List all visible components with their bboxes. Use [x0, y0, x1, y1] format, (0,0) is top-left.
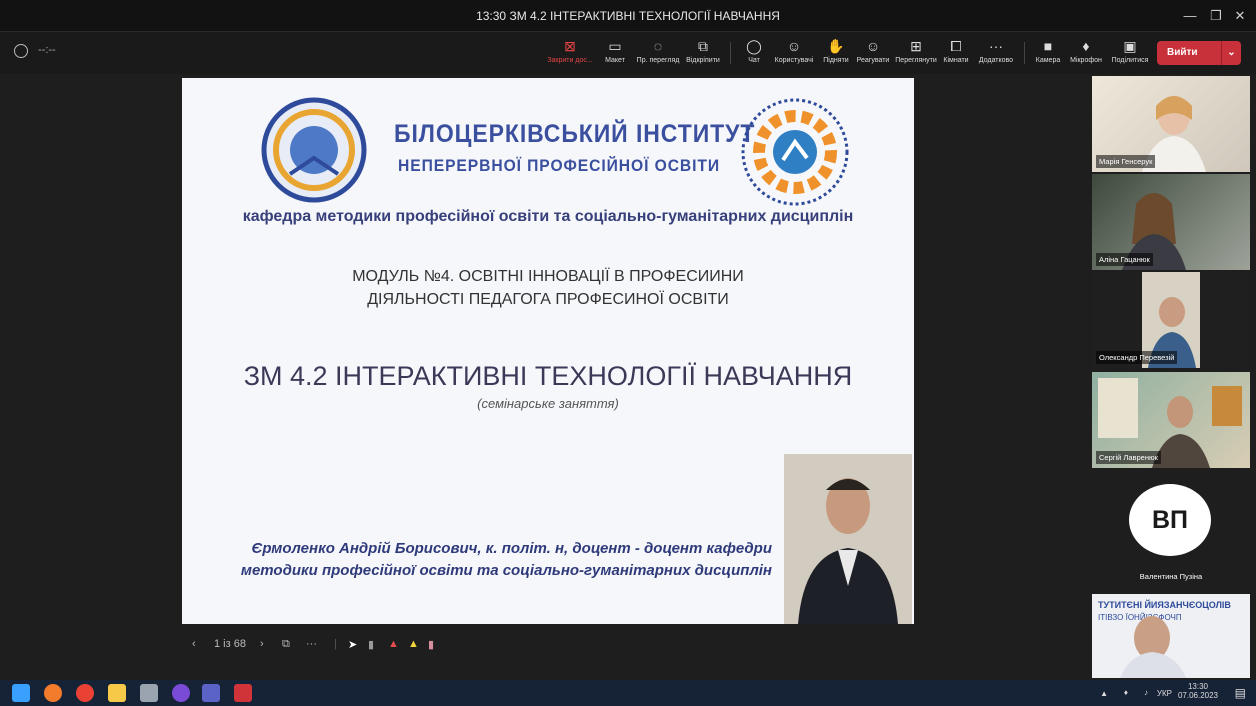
preview-button[interactable]: ◌ Пр. перегляд	[634, 38, 682, 72]
close-icon[interactable]: ✕	[1230, 6, 1250, 26]
next-slide-icon[interactable]: ›	[260, 638, 264, 650]
tray-expand-icon[interactable]: ▲	[1100, 689, 1108, 698]
shared-slide: БІЛОЦЕРКІВСЬКИЙ ІНСТИТУТ НЕПЕРЕРВНОЇ ПРО…	[182, 78, 914, 624]
marker-icon[interactable]: ▲	[388, 638, 399, 650]
more-button[interactable]: ··· Додатково	[974, 38, 1018, 72]
teams-icon[interactable]	[202, 684, 220, 702]
unpin-button[interactable]: ⧉ Відкріпити	[684, 38, 722, 72]
slide-controls: ‹ 1 із 68 › ⧉ ··· | ➤ ▮ ▲ ▲ ▮	[186, 632, 486, 660]
author-line1: Єрмоленко Андрій Борисович, к. політ. н,…	[251, 540, 772, 557]
react-button[interactable]: ☺ Реагувати	[854, 38, 892, 72]
speaker-self-view[interactable]: ТУТИТЄНІ ЙИЯЗАНЧЄОЦОЛІВ ІТІВЗО ЇОНЙІЗЄФО…	[1092, 594, 1250, 678]
smile-icon: ☺	[865, 38, 881, 54]
microphone-icon[interactable]: ♦	[1124, 688, 1128, 697]
topic-title: ЗМ 4.2 ІНТЕРАКТИВНІ ТЕХНОЛОГІЇ НАВЧАННЯ	[243, 361, 853, 391]
toolbar-divider	[730, 42, 731, 64]
slide-counter: 1 із 68	[214, 638, 246, 650]
window-title: 13:30 ЗМ 4.2 ІНТЕРАКТИВНІ ТЕХНОЛОГІЇ НАВ…	[476, 9, 780, 23]
rooms-icon: ⧠	[950, 38, 962, 54]
chrome-icon[interactable]	[76, 684, 94, 702]
eraser-icon[interactable]: ▮	[428, 638, 434, 651]
chat-icon: ◯	[746, 38, 762, 54]
microphone-button[interactable]: ♦ Мікрофон	[1066, 38, 1106, 72]
participants-button[interactable]: ☺ Користувачі	[770, 38, 818, 72]
toolbar-divider	[1024, 42, 1025, 64]
unpin-icon: ⧉	[698, 38, 708, 54]
pointer-icon[interactable]: ➤	[348, 638, 357, 651]
calculator-icon[interactable]	[140, 684, 158, 702]
participant-video: ТУТИТЄНІ ЙИЯЗАНЧЄОЦОЛІВ ІТІВЗО ЇОНЙІЗЄФО…	[1092, 594, 1250, 678]
viber-icon[interactable]	[172, 684, 190, 702]
stop-share-button[interactable]: ⊠ Закрити дос...	[546, 38, 594, 72]
department-title: кафедра методики професійної освіти та с…	[242, 208, 854, 225]
speaker-photo	[784, 454, 912, 624]
chevron-down-icon[interactable]: ⌄	[1221, 41, 1241, 65]
institute-name: БІЛОЦЕРКІВСЬКИЙ ІНСТИТУТ	[394, 120, 756, 148]
meeting-toolbar: --:-- ⊠ Закрити дос... ▭ Макет ◌ Пр. пер…	[0, 32, 1256, 74]
participant-name: Марія Генсерук	[1096, 155, 1156, 168]
view-button[interactable]: ⊞ Переглянути	[894, 38, 938, 72]
participant-name: Валентина Пузіна	[1139, 572, 1203, 581]
volume-icon[interactable]: ♪	[1144, 688, 1148, 697]
hand-icon: ✋	[827, 38, 845, 54]
topic-subtitle: (семінарське заняття)	[477, 396, 619, 411]
taskbar: ▲ ♦ ♪ УКР 13:30 07.06.2023 ▤	[0, 680, 1256, 706]
participant-name: Олександр Перевезій	[1096, 351, 1178, 364]
leave-button[interactable]: Вийти ⌄	[1157, 41, 1241, 65]
chat-button[interactable]: ◯ Чат	[742, 38, 766, 72]
svg-text:ІТІВЗО ЇОНЙІЗЄФОЧП: ІТІВЗО ЇОНЙІЗЄФОЧП	[1098, 613, 1182, 622]
language-indicator[interactable]: УКР	[1157, 689, 1172, 698]
file-explorer-icon[interactable]	[108, 684, 126, 702]
raise-hand-button[interactable]: ✋ Підняти	[820, 38, 852, 72]
toolbar-divider: |	[334, 638, 337, 650]
participant-tile[interactable]: Сергій Лавренюк	[1092, 372, 1250, 468]
minimize-icon[interactable]: —	[1180, 6, 1200, 26]
participant-tile[interactable]: Марія Генсерук	[1092, 76, 1250, 172]
svg-text:ТУТИТЄНІ ЙИЯЗАНЧЄОЦОЛІВ: ТУТИТЄНІ ЙИЯЗАНЧЄОЦОЛІВ	[1098, 599, 1231, 610]
highlighter-icon[interactable]: ▲	[408, 638, 419, 650]
slides-icon[interactable]: ⧉	[282, 638, 290, 651]
pdf-reader-icon[interactable]	[234, 684, 252, 702]
module-title-line1: МОДУЛЬ №4. ОСВІТНІ ІННОВАЦІЇ В ПРОФЕСИИН…	[352, 268, 744, 285]
participant-name: Сергій Лавренюк	[1096, 451, 1161, 464]
stop-share-icon: ⊠	[564, 38, 576, 54]
eye-icon: ◌	[653, 38, 663, 54]
author-line2: методики професійної освіти та соціально…	[240, 562, 772, 579]
share-button[interactable]: ▣ Поділитися	[1108, 38, 1152, 72]
shield-icon	[14, 44, 28, 58]
layout-icon: ▭	[608, 38, 622, 54]
title-bar: 13:30 ЗМ 4.2 ІНТЕРАКТИВНІ ТЕХНОЛОГІЇ НАВ…	[0, 0, 1256, 32]
previous-slide-icon[interactable]: ‹	[192, 638, 196, 650]
notifications-icon[interactable]: ▤	[1235, 686, 1246, 700]
gear-logo	[741, 98, 849, 206]
more-icon[interactable]: ···	[306, 638, 317, 650]
institute-subtitle: НЕПЕРЕРВНОЇ ПРОФЕСІЙНОЇ ОСВІТИ	[398, 156, 721, 175]
camera-button[interactable]: ■ Камера	[1032, 38, 1064, 72]
maximize-icon[interactable]: ❐	[1206, 6, 1226, 26]
participant-tile[interactable]: Аліна Гацанюк	[1092, 174, 1250, 270]
layout-button[interactable]: ▭ Макет	[600, 38, 630, 72]
rooms-button[interactable]: ⧠ Кімнати	[940, 38, 972, 72]
module-title-line2: ДІЯЛЬНОСТІ ПЕДАГОГА ПРОФЕСИНОЇ ОСВІТИ	[367, 291, 729, 308]
microphone-icon: ♦	[1082, 38, 1090, 54]
meeting-timer: --:--	[38, 44, 56, 56]
institute-logo	[261, 97, 367, 203]
windows-start-icon[interactable]	[12, 684, 30, 702]
pen-icon[interactable]: ▮	[368, 638, 374, 651]
grid-icon: ⊞	[910, 38, 922, 54]
share-icon: ▣	[1123, 38, 1137, 54]
participant-avatar: ВП	[1129, 484, 1211, 556]
firefox-icon[interactable]	[44, 684, 62, 702]
people-icon: ☺	[786, 38, 802, 54]
clock[interactable]: 13:30 07.06.2023	[1178, 682, 1218, 700]
camera-icon: ■	[1043, 38, 1053, 54]
more-icon: ···	[989, 38, 1003, 54]
participant-name: Аліна Гацанюк	[1096, 253, 1153, 266]
participant-tile[interactable]: Олександр Перевезій	[1092, 272, 1250, 368]
